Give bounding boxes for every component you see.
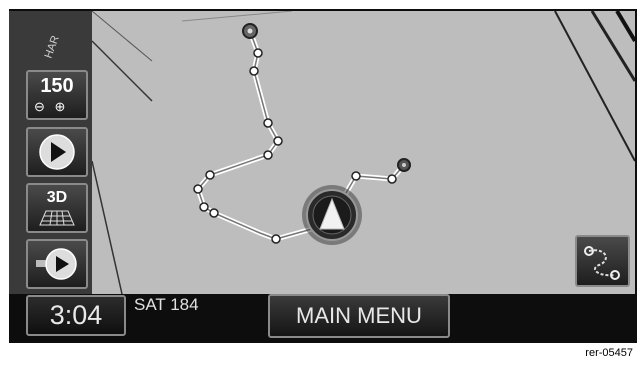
play-button[interactable]	[26, 127, 88, 177]
route-overview-button[interactable]	[575, 235, 630, 287]
destination-icon	[397, 158, 411, 172]
road	[615, 11, 635, 43]
demo-route-icon	[36, 248, 77, 280]
map-view[interactable]	[92, 11, 635, 294]
road	[92, 40, 153, 102]
nav-screen: HAR 150 ⊖ ⊕ 3D 3:04 SAT 184 MAIN MENU	[9, 9, 637, 343]
3d-view-button[interactable]: 3D	[26, 183, 88, 233]
play-icon	[39, 134, 75, 170]
main-menu-button[interactable]: MAIN MENU	[268, 294, 450, 338]
clock-display: 3:04	[26, 295, 126, 336]
zoom-in-icon: ⊕	[54, 99, 66, 114]
route-line	[195, 30, 406, 242]
road	[92, 160, 123, 294]
vehicle-arrow-icon	[302, 185, 362, 245]
figure-reference: rer-05457	[555, 344, 635, 362]
street-name-overlay: HAR	[43, 34, 62, 60]
road	[554, 11, 635, 162]
start-icon	[242, 23, 258, 39]
zoom-level: 150	[40, 75, 74, 97]
road	[92, 11, 153, 62]
map-canvas	[92, 11, 635, 294]
route-icon	[584, 246, 620, 280]
sat-radio-status: SAT 184	[134, 295, 199, 314]
route-waypoints	[193, 48, 397, 244]
road	[590, 11, 635, 82]
zoom-out-icon: ⊖	[34, 99, 45, 114]
3d-grid-icon	[39, 210, 75, 226]
demo-route-button[interactable]	[26, 239, 88, 289]
street-label: HAR	[43, 34, 62, 60]
zoom-button[interactable]: 150 ⊖ ⊕	[26, 70, 88, 120]
road	[181, 11, 293, 22]
